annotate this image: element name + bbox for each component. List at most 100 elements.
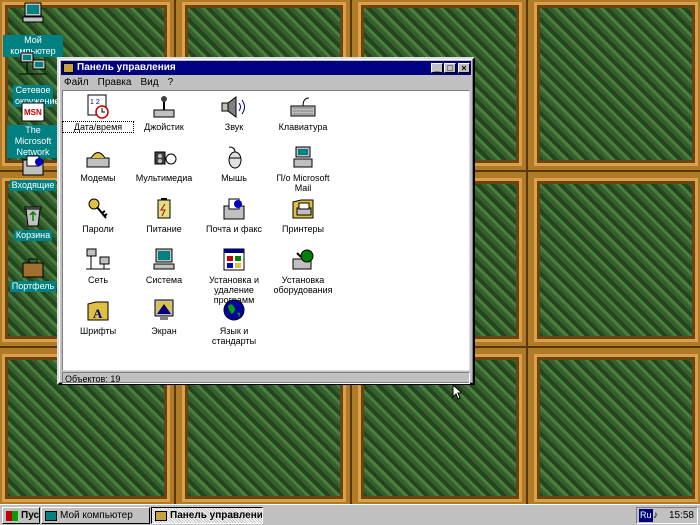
desktop-icon-recycle-bin[interactable]: Корзина xyxy=(3,204,63,241)
start-label: Пуск xyxy=(21,510,40,521)
svg-text:A: A xyxy=(93,306,103,321)
desktop-icon-network[interactable]: Сетевое окружение xyxy=(3,52,63,107)
cp-item-display[interactable]: Экран xyxy=(129,298,199,336)
task-label: Мой компьютер xyxy=(60,510,133,521)
cp-item-fonts[interactable]: A Шрифты xyxy=(63,298,133,336)
network-icon xyxy=(84,247,112,273)
system-tray: Ru ♪ 15:58 xyxy=(636,507,698,524)
inbox-icon xyxy=(17,154,49,178)
cp-item-joystick[interactable]: Джойстик xyxy=(129,94,199,132)
status-bar: Объектов: 19 xyxy=(62,372,470,384)
my-computer-icon xyxy=(45,511,57,521)
my-computer-icon xyxy=(17,2,49,34)
multimedia-icon xyxy=(150,145,178,171)
language-indicator[interactable]: Ru xyxy=(639,509,653,522)
cp-item-label: Клавиатура xyxy=(278,122,328,132)
desktop-icon-label: Входящие xyxy=(9,180,57,191)
cp-item-mail[interactable]: П/о Microsoft Mail xyxy=(268,145,338,193)
cp-item-label: Система xyxy=(145,275,183,285)
passwords-icon xyxy=(84,196,112,222)
recycle-bin-icon xyxy=(17,204,49,228)
svg-text:1 2: 1 2 xyxy=(90,99,100,106)
cp-item-label: Язык и стандарты xyxy=(211,326,257,346)
cp-item-passwords[interactable]: Пароли xyxy=(63,196,133,234)
menu-edit[interactable]: Правка xyxy=(95,76,135,90)
power-icon xyxy=(150,196,178,222)
cp-item-add-hardware[interactable]: Установка оборудования xyxy=(268,247,338,295)
windows-logo-icon xyxy=(6,511,18,521)
desktop-icon-inbox[interactable]: Входящие xyxy=(3,154,63,191)
task-label: Панель управления xyxy=(170,510,263,521)
menu-help[interactable]: ? xyxy=(165,76,177,90)
display-icon xyxy=(150,298,178,324)
control-panel-content: 1 2 Дата/время Джойстик Звук Клавиатура xyxy=(62,90,470,400)
desktop-icon-my-computer[interactable]: Мой компьютер xyxy=(3,2,63,57)
regional-settings-icon xyxy=(220,298,248,324)
cp-item-label: Мультимедиа xyxy=(135,173,193,183)
cp-item-sound[interactable]: Звук xyxy=(199,94,269,132)
msn-icon: MSN xyxy=(17,102,49,124)
keyboard-icon xyxy=(289,94,317,120)
window-titlebar[interactable]: Панель управления _ □ × xyxy=(61,61,471,75)
wallpaper-tile xyxy=(528,0,700,172)
mail-fax-icon xyxy=(220,196,248,222)
control-panel-icon xyxy=(63,63,74,73)
cp-item-mouse[interactable]: Мышь xyxy=(199,145,269,183)
wallpaper-tile xyxy=(528,348,700,508)
close-button[interactable]: × xyxy=(458,63,470,73)
system-icon xyxy=(150,247,178,273)
cp-item-label: Экран xyxy=(151,326,177,336)
cp-item-label: Принтеры xyxy=(282,224,324,234)
printers-icon xyxy=(289,196,317,222)
cp-item-label: Установка оборудования xyxy=(273,275,333,295)
maximize-button[interactable]: □ xyxy=(444,63,456,73)
cp-item-label: Почта и факс xyxy=(206,224,262,234)
add-remove-programs-icon xyxy=(220,247,248,273)
mail-icon xyxy=(289,145,317,171)
menu-file[interactable]: Файл xyxy=(61,76,92,90)
cp-item-label: Шрифты xyxy=(79,326,117,336)
cp-item-keyboard[interactable]: Клавиатура xyxy=(268,94,338,132)
task-control-panel[interactable]: Панель управления xyxy=(151,507,263,524)
minimize-button[interactable]: _ xyxy=(431,63,443,73)
window-title: Панель управления xyxy=(77,62,176,73)
taskbar: Пуск Мой компьютер Панель управления Ru … xyxy=(0,504,700,525)
cp-item-multimedia[interactable]: Мультимедиа xyxy=(129,145,199,183)
task-my-computer[interactable]: Мой компьютер xyxy=(41,507,150,524)
control-panel-window[interactable]: Панель управления _ □ × Файл Правка Вид … xyxy=(57,57,475,400)
start-button[interactable]: Пуск xyxy=(2,507,40,524)
briefcase-icon xyxy=(17,257,49,279)
cp-item-system[interactable]: Система xyxy=(129,247,199,285)
cp-item-label: Мышь xyxy=(221,173,247,183)
cp-item-modems[interactable]: Модемы xyxy=(63,145,133,183)
cp-item-printers[interactable]: Принтеры xyxy=(268,196,338,234)
cp-item-label: Звук xyxy=(224,122,244,132)
menu-view[interactable]: Вид xyxy=(138,76,162,90)
joystick-icon xyxy=(150,94,178,120)
cp-item-add-remove-programs[interactable]: Установка и удаление программ xyxy=(199,247,269,305)
cp-item-date-time[interactable]: 1 2 Дата/время xyxy=(62,94,134,133)
modem-icon xyxy=(84,145,112,171)
cp-item-label: П/о Microsoft Mail xyxy=(276,173,330,193)
cp-item-network[interactable]: Сеть xyxy=(63,247,133,285)
mouse-cursor-icon xyxy=(452,384,462,400)
desktop-icon-msn[interactable]: MSN The Microsoft Network xyxy=(3,102,63,158)
control-panel-icon xyxy=(155,511,167,521)
cp-item-label: Модемы xyxy=(80,173,116,183)
cp-item-regional-settings[interactable]: Язык и стандарты xyxy=(199,298,269,346)
cp-item-power[interactable]: Питание xyxy=(129,196,199,234)
svg-text:MSN: MSN xyxy=(24,108,42,117)
menu-bar: Файл Правка Вид ? xyxy=(61,76,471,90)
clock[interactable]: 15:58 xyxy=(669,508,694,523)
cp-item-label: Джойстик xyxy=(144,122,184,132)
desktop-icon-label: Портфель xyxy=(9,281,57,292)
speaker-icon[interactable]: ♪ xyxy=(653,508,658,523)
sound-icon xyxy=(220,94,248,120)
cp-item-label: Сеть xyxy=(87,275,109,285)
wallpaper-tile xyxy=(528,172,700,348)
date-time-icon: 1 2 xyxy=(84,94,112,120)
desktop-icon-briefcase[interactable]: Портфель xyxy=(3,257,63,292)
cp-item-mail-fax[interactable]: Почта и факс xyxy=(199,196,269,234)
cp-item-label: Питание xyxy=(146,224,182,234)
network-icon xyxy=(17,52,49,84)
